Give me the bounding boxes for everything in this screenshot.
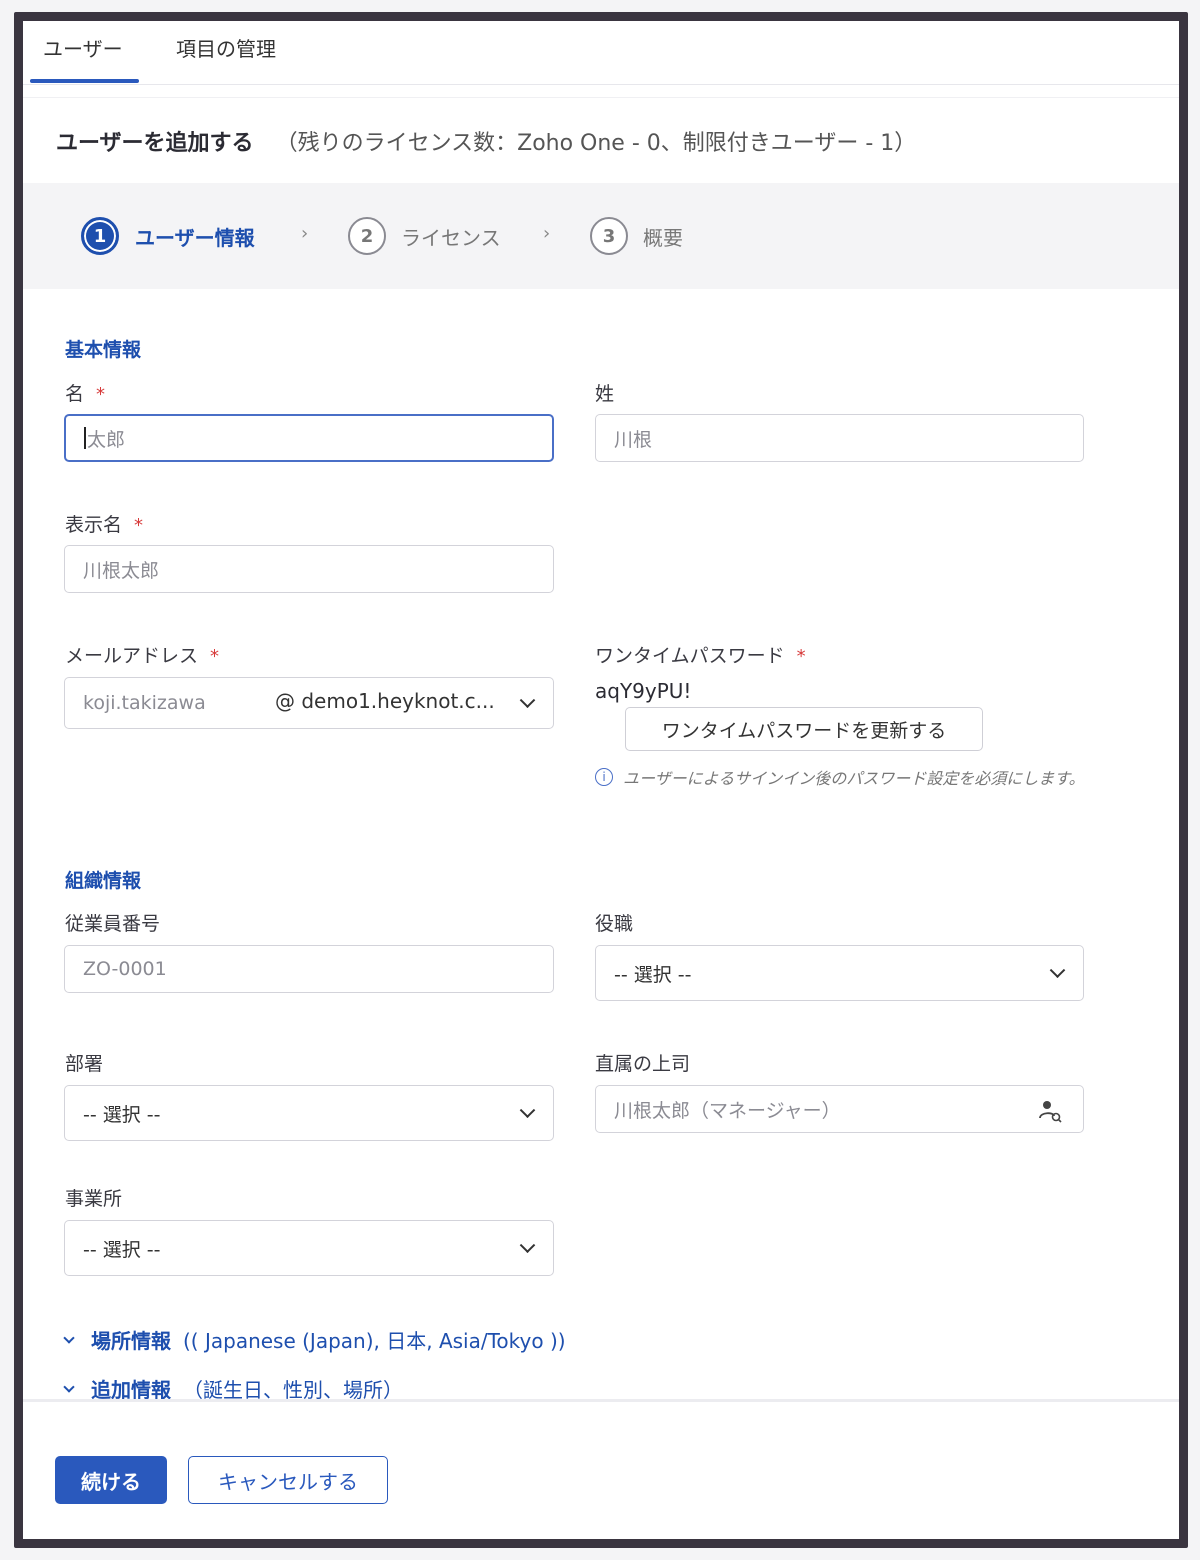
display-name-placeholder: 川根太郎 [83, 559, 160, 582]
first-name-label-text: 名 [65, 383, 85, 405]
active-tab-indicator [30, 79, 139, 83]
role-select[interactable]: -- 選択 -- [595, 945, 1084, 1001]
office-label: 事業所 [65, 1188, 123, 1210]
chevron-down-icon [63, 1380, 75, 1393]
tab-manage-fields[interactable]: 項目の管理 [176, 33, 276, 62]
step-2-number: 2 [348, 217, 386, 255]
display-name-label-text: 表示名 [65, 514, 123, 536]
employee-id-input[interactable]: ZO-0001 [64, 945, 554, 993]
role-select-value: -- 選択 -- [614, 963, 692, 986]
chevron-right-icon: › [301, 223, 309, 244]
chevron-right-icon: › [543, 223, 551, 244]
wizard-steps: 1 ユーザー情報 › 2 ライセンス › 3 概要 [23, 183, 1179, 289]
step-3-label[interactable]: 概要 [643, 222, 683, 251]
refresh-otp-button[interactable]: ワンタイムパスワードを更新する [625, 707, 983, 751]
department-label: 部署 [65, 1053, 104, 1075]
manager-placeholder: 川根太郎（マネージャー） [614, 1099, 841, 1122]
required-mark: * [796, 646, 806, 667]
chevron-down-icon [63, 1331, 75, 1344]
license-remaining-text: （残りのライセンス数：Zoho One - 0、制限付きユーザー - 1） [275, 131, 917, 156]
continue-button[interactable]: 続ける [55, 1456, 167, 1504]
footer-divider [23, 1399, 1179, 1402]
role-label: 役職 [595, 913, 634, 935]
email-placeholder: koji.takizawa [83, 692, 206, 714]
divider [23, 97, 1179, 98]
location-info-sub: (( Japanese (Japan), 日本, Asia/Tokyo )) [183, 1329, 566, 1353]
page-title: ユーザーを追加する （残りのライセンス数：Zoho One - 0、制限付きユーザ… [56, 125, 916, 157]
tab-bar: ユーザー 項目の管理 [23, 21, 1179, 85]
info-icon: i [595, 768, 613, 786]
step-2-label[interactable]: ライセンス [401, 222, 501, 251]
last-name-input[interactable]: 川根 [595, 414, 1084, 462]
otp-hint-text: ユーザーによるサインイン後のパスワード設定を必須にします。 [623, 769, 1085, 788]
manager-label: 直属の上司 [595, 1053, 691, 1075]
otp-hint: i ユーザーによるサインイン後のパスワード設定を必須にします。 [595, 765, 1085, 789]
chevron-down-icon [519, 1102, 536, 1119]
employee-id-label: 従業員番号 [65, 913, 161, 935]
cancel-button[interactable]: キャンセルする [188, 1456, 388, 1504]
basic-info-heading: 基本情報 [65, 339, 142, 361]
otp-label: ワンタイムパスワード * [595, 641, 806, 668]
required-mark: * [210, 646, 220, 667]
chevron-down-icon[interactable] [519, 692, 536, 709]
first-name-label: 名 * [65, 379, 105, 406]
email-input[interactable]: koji.takizawa @ demo1.heyknot.c... [64, 677, 554, 729]
location-info-expander[interactable]: 場所情報 (( Japanese (Japan), 日本, Asia/Tokyo … [63, 1325, 566, 1354]
last-name-label: 姓 [595, 383, 615, 405]
step-1-label[interactable]: ユーザー情報 [135, 222, 255, 251]
department-select[interactable]: -- 選択 -- [64, 1085, 554, 1141]
first-name-value: 太郎 [87, 428, 126, 451]
text-cursor [84, 427, 86, 449]
display-name-input[interactable]: 川根太郎 [64, 545, 554, 593]
step-1-number: 1 [81, 217, 119, 255]
step-3-number: 3 [590, 217, 628, 255]
office-select-value: -- 選択 -- [83, 1238, 161, 1261]
user-search-icon[interactable] [1037, 1098, 1063, 1124]
otp-value: aqY9yPU! [595, 679, 692, 703]
email-label: メールアドレス * [65, 641, 219, 668]
email-label-text: メールアドレス [65, 645, 199, 667]
org-info-heading: 組織情報 [65, 870, 142, 892]
employee-id-placeholder: ZO-0001 [83, 958, 167, 980]
tab-users[interactable]: ユーザー [43, 33, 123, 62]
last-name-placeholder: 川根 [614, 428, 653, 451]
manager-input[interactable]: 川根太郎（マネージャー） [595, 1085, 1084, 1133]
page-title-main: ユーザーを追加する [56, 131, 254, 156]
chevron-down-icon [519, 1237, 536, 1254]
department-select-value: -- 選択 -- [83, 1103, 161, 1126]
required-mark: * [134, 515, 144, 536]
app-window: ユーザー 項目の管理 ユーザーを追加する （残りのライセンス数：Zoho One … [14, 12, 1188, 1548]
email-domain-select[interactable]: @ demo1.heyknot.c... [275, 689, 495, 713]
otp-label-text: ワンタイムパスワード [595, 645, 785, 667]
location-info-title: 場所情報 [91, 1329, 171, 1353]
required-mark: * [96, 384, 106, 405]
office-select[interactable]: -- 選択 -- [64, 1220, 554, 1276]
first-name-input[interactable]: 太郎 [64, 414, 554, 462]
chevron-down-icon [1049, 962, 1066, 979]
display-name-label: 表示名 * [65, 510, 143, 537]
